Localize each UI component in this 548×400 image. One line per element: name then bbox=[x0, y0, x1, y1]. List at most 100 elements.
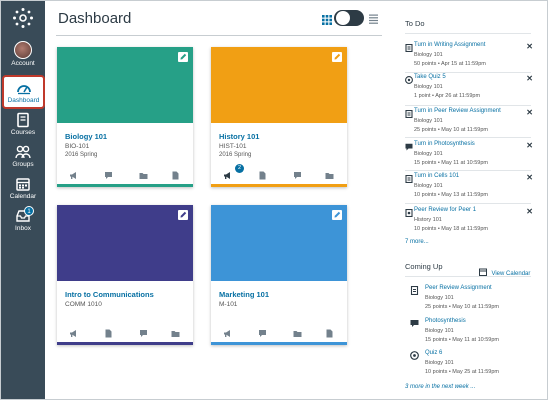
announcements-icon[interactable] bbox=[69, 325, 78, 337]
todo-course: Biology 101 bbox=[414, 151, 443, 157]
todo-item[interactable]: Take Quiz 5 Biology 101 1 point • Apr 26… bbox=[405, 74, 535, 107]
dismiss-icon[interactable]: ✕ bbox=[526, 108, 533, 117]
nav-inbox[interactable]: 1 Inbox bbox=[3, 206, 43, 232]
discussions-icon[interactable] bbox=[104, 167, 113, 179]
todo-title[interactable]: Turn in Cells 101 bbox=[414, 173, 459, 179]
discussions-icon[interactable] bbox=[293, 167, 302, 179]
assignments-icon[interactable] bbox=[171, 167, 180, 180]
page-title: Dashboard bbox=[58, 10, 132, 27]
card-options-icon[interactable] bbox=[332, 52, 342, 62]
coming-up-details: 25 points • May 10 at 11:59pm bbox=[425, 304, 499, 310]
card-hero[interactable] bbox=[57, 205, 193, 281]
dismiss-icon[interactable]: ✕ bbox=[526, 207, 533, 216]
course-code: COMM 1010 bbox=[65, 301, 102, 308]
nav-dashboard-label: Dashboard bbox=[7, 97, 40, 104]
list-view-icon[interactable] bbox=[369, 14, 378, 24]
coming-up-more-link[interactable]: 3 more in the next week ... bbox=[405, 384, 475, 390]
toggle-knob bbox=[336, 11, 350, 25]
files-icon[interactable] bbox=[325, 167, 334, 179]
dashboard-icon bbox=[16, 85, 31, 95]
announcements-icon[interactable] bbox=[69, 167, 78, 179]
course-name[interactable]: Marketing 101 bbox=[219, 290, 269, 299]
course-name[interactable]: History 101 bbox=[219, 132, 259, 141]
files-icon[interactable] bbox=[293, 325, 302, 337]
announcements-icon[interactable] bbox=[223, 167, 232, 179]
todo-details: 10 points • May 13 at 11:59pm bbox=[414, 192, 488, 198]
todo-item[interactable]: Turn in Writing Assignment Biology 101 5… bbox=[405, 42, 535, 75]
announcements-icon[interactable] bbox=[223, 325, 232, 337]
card-options-icon[interactable] bbox=[178, 210, 188, 220]
card-actions bbox=[211, 325, 347, 338]
coming-up-item[interactable]: Quiz 6 Biology 101 10 points • May 25 at… bbox=[410, 350, 535, 383]
canvas-logo-icon[interactable] bbox=[12, 7, 34, 29]
todo-details: 25 points • May 10 at 11:59pm bbox=[414, 127, 488, 133]
todo-divider bbox=[405, 137, 531, 138]
todo-item[interactable]: Turn in Cells 101 Biology 101 10 points … bbox=[405, 173, 535, 206]
view-toggle[interactable] bbox=[334, 10, 364, 26]
course-card[interactable]: Marketing 101 M-101 bbox=[211, 205, 347, 345]
assignment-icon bbox=[405, 110, 413, 118]
todo-course: History 101 bbox=[414, 217, 442, 223]
coming-up-course: Biology 101 bbox=[425, 295, 454, 301]
todo-title[interactable]: Turn in Writing Assignment bbox=[414, 42, 485, 48]
course-name[interactable]: Biology 101 bbox=[65, 132, 107, 141]
coming-up-item[interactable]: Peer Review Assignment Biology 101 25 po… bbox=[410, 285, 535, 318]
dismiss-icon[interactable]: ✕ bbox=[526, 42, 533, 51]
todo-more-link[interactable]: 7 more... bbox=[405, 239, 429, 245]
coming-up-heading: Coming Up bbox=[405, 262, 443, 271]
todo-item[interactable]: Peer Review for Peer 1 History 101 10 po… bbox=[405, 207, 535, 240]
coming-up-title[interactable]: Peer Review Assignment bbox=[425, 285, 492, 291]
nav-inbox-label: Inbox bbox=[15, 225, 31, 232]
header-divider bbox=[56, 35, 382, 36]
assignment-icon bbox=[405, 44, 413, 52]
card-options-icon[interactable] bbox=[178, 52, 188, 62]
coming-up-details: 15 points • May 11 at 10:59pm bbox=[425, 337, 499, 343]
card-hero[interactable] bbox=[57, 47, 193, 123]
nav-account[interactable]: Account bbox=[3, 41, 43, 67]
todo-title[interactable]: Take Quiz 5 bbox=[414, 74, 446, 80]
quiz-icon bbox=[410, 351, 419, 360]
card-options-icon[interactable] bbox=[332, 210, 342, 220]
card-hero[interactable] bbox=[211, 205, 347, 281]
discussions-icon[interactable] bbox=[139, 325, 148, 337]
card-color-strip bbox=[211, 342, 347, 345]
coming-up-title[interactable]: Photosynthesis bbox=[425, 318, 466, 324]
todo-heading: To Do bbox=[405, 19, 425, 28]
coming-up-item[interactable]: Photosynthesis Biology 101 15 points • M… bbox=[410, 318, 535, 351]
todo-title[interactable]: Peer Review for Peer 1 bbox=[414, 207, 476, 213]
assignments-icon[interactable] bbox=[258, 167, 267, 180]
course-card[interactable]: History 101 HIST-101 2016 Spring 2 bbox=[211, 47, 347, 187]
dismiss-icon[interactable]: ✕ bbox=[526, 173, 533, 182]
todo-divider bbox=[405, 72, 531, 73]
avatar bbox=[14, 41, 32, 59]
nav-courses[interactable]: Courses bbox=[3, 112, 43, 136]
calendar-icon bbox=[16, 178, 30, 191]
view-calendar-link[interactable]: View Calendar bbox=[479, 262, 530, 280]
nav-dashboard[interactable]: Dashboard bbox=[2, 75, 45, 109]
files-icon[interactable] bbox=[171, 325, 180, 337]
todo-divider bbox=[405, 105, 531, 106]
assignments-icon[interactable] bbox=[104, 325, 113, 338]
global-nav: Account Dashboard Courses Groups Calenda… bbox=[1, 1, 45, 399]
course-term: 2016 Spring bbox=[65, 152, 98, 158]
discussions-icon[interactable] bbox=[258, 325, 267, 337]
card-view-icon[interactable] bbox=[322, 15, 332, 25]
course-name[interactable]: Intro to Communications bbox=[65, 290, 154, 299]
coming-up-title[interactable]: Quiz 6 bbox=[425, 350, 442, 356]
nav-groups[interactable]: Groups bbox=[3, 144, 43, 168]
files-icon[interactable] bbox=[139, 167, 148, 179]
course-card[interactable]: Intro to Communications COMM 1010 bbox=[57, 205, 193, 345]
dismiss-icon[interactable]: ✕ bbox=[526, 141, 533, 150]
todo-course: Biology 101 bbox=[414, 84, 443, 90]
card-actions bbox=[57, 325, 193, 338]
assignments-icon[interactable] bbox=[325, 325, 334, 338]
card-hero[interactable] bbox=[211, 47, 347, 123]
course-card[interactable]: Biology 101 BIO-101 2016 Spring bbox=[57, 47, 193, 187]
course-code: BIO-101 bbox=[65, 143, 90, 150]
dismiss-icon[interactable]: ✕ bbox=[526, 74, 533, 83]
todo-title[interactable]: Turn in Photosynthesis bbox=[414, 141, 475, 147]
inbox-unread-badge: 1 bbox=[24, 206, 34, 216]
todo-title[interactable]: Turn in Peer Review Assignment bbox=[414, 108, 501, 114]
todo-divider bbox=[405, 170, 531, 171]
nav-calendar[interactable]: Calendar bbox=[3, 176, 43, 200]
